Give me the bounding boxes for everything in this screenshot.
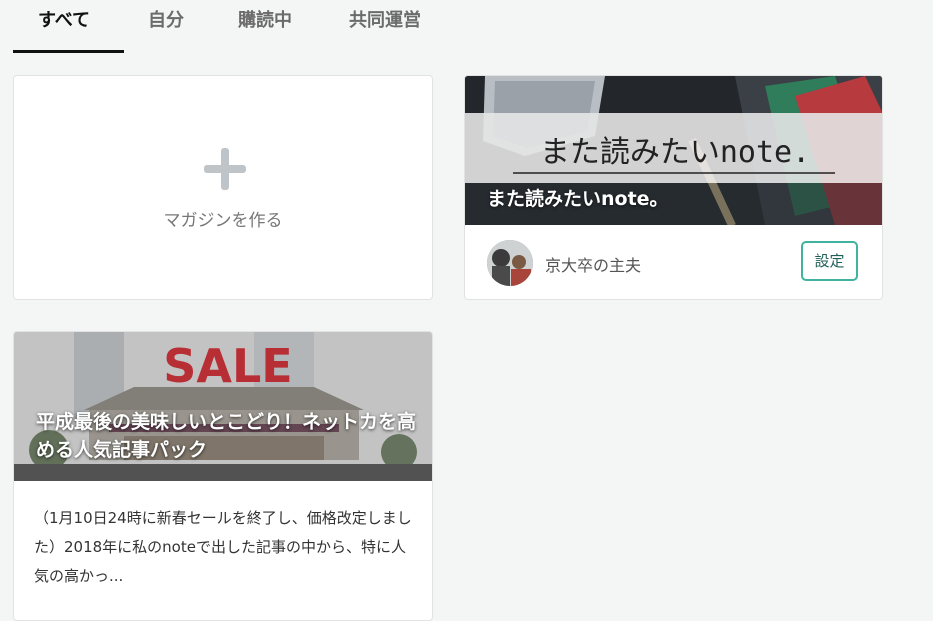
create-magazine-card[interactable]: マガジンを作る — [13, 75, 433, 300]
tab-all[interactable]: すべて — [38, 6, 90, 32]
magazine-tabs: すべて 自分 購読中 共同運営 — [0, 0, 933, 54]
magazine-card[interactable]: また読みたいnote. また読みたいnote。 京大卒の主夫 設定 — [464, 75, 883, 300]
magazine-cover-image: また読みたいnote. また読みたいnote。 — [465, 76, 882, 225]
sale-cover-image: SALE 平成最後の美味しいとこどり！ネットカを高める人気記事パック — [14, 332, 432, 481]
author-name[interactable]: 京大卒の主夫 — [545, 252, 641, 276]
plus-icon — [204, 148, 246, 190]
create-magazine-label: マガジンを作る — [163, 211, 283, 231]
magazine-footer: 京大卒の主夫 設定 — [465, 225, 882, 299]
author-avatar[interactable] — [487, 240, 533, 286]
sale-magazine-title[interactable]: 平成最後の美味しいとこどり！ネットカを高める人気記事パック — [36, 408, 416, 464]
settings-button[interactable]: 設定 — [801, 241, 858, 281]
tab-subscribed[interactable]: 購読中 — [238, 6, 292, 32]
magazine-title[interactable]: また読みたいnote。 — [487, 184, 669, 211]
sale-magazine-card[interactable]: SALE 平成最後の美味しいとこどり！ネットカを高める人気記事パック （1月10… — [13, 331, 433, 621]
active-tab-indicator — [13, 50, 124, 53]
magazine-cover-text: また読みたいnote. — [540, 135, 810, 170]
tab-co-managed[interactable]: 共同運営 — [349, 6, 421, 32]
sale-magazine-description: （1月10日24時に新春セールを終了し、価格改定しました）2018年に私のnot… — [34, 509, 412, 585]
tab-mine[interactable]: 自分 — [148, 6, 184, 32]
